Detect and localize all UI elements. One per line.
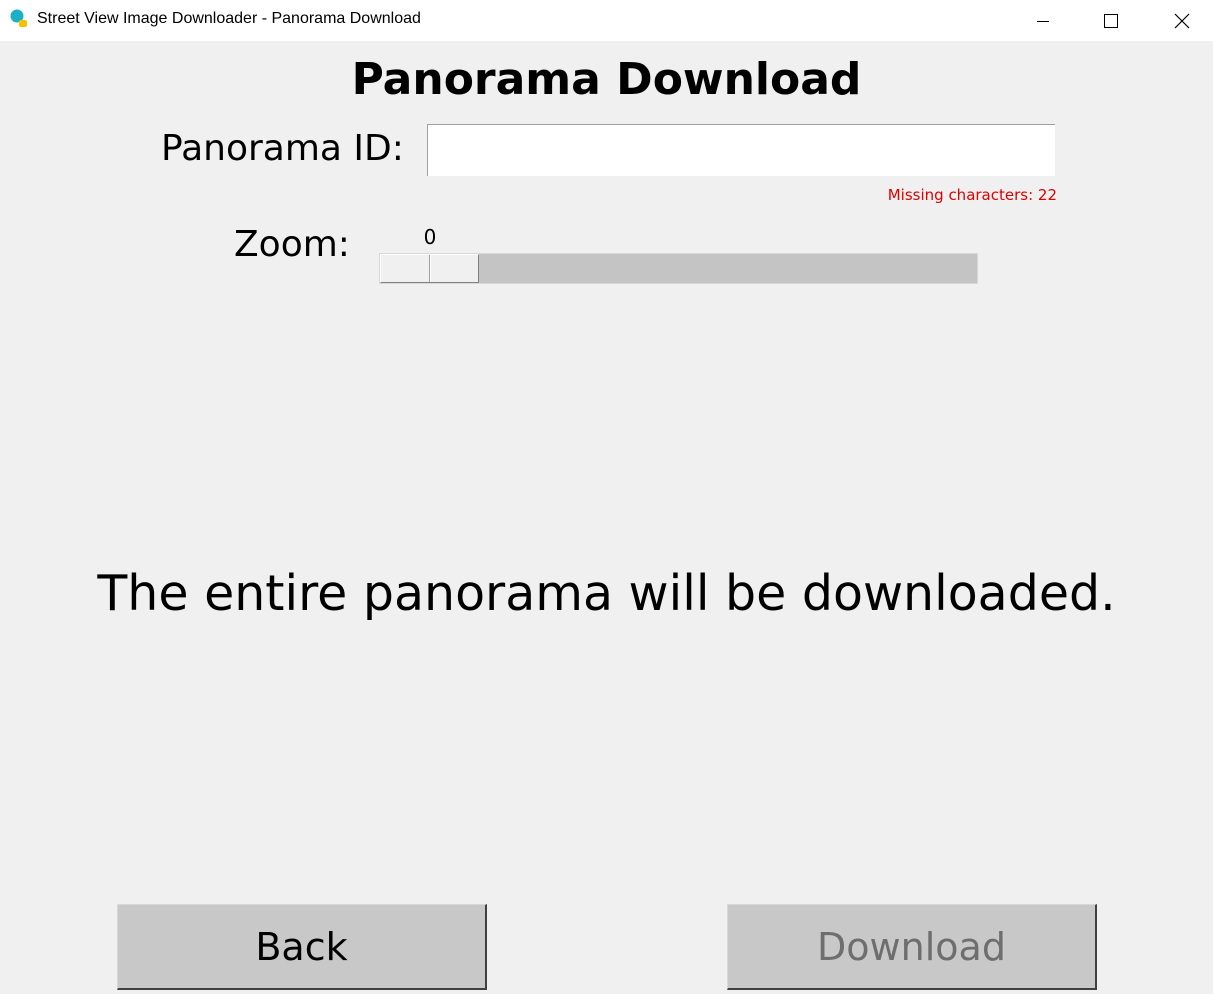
slider-thumb-groove	[429, 255, 431, 282]
zoom-slider-thumb[interactable]	[380, 254, 479, 283]
zoom-value: 0	[423, 225, 437, 249]
close-button[interactable]	[1147, 0, 1213, 41]
app-window: Street View Image Downloader - Panorama …	[0, 0, 1213, 994]
zoom-label: Zoom:	[234, 224, 350, 265]
maximize-icon	[1104, 13, 1118, 28]
panorama-id-label: Panorama ID:	[161, 128, 404, 169]
download-button[interactable]: Download	[727, 904, 1097, 990]
page-title: Panorama Download	[351, 54, 862, 105]
back-button[interactable]: Back	[117, 904, 487, 990]
minimize-button[interactable]	[1008, 0, 1078, 41]
close-icon	[1174, 13, 1190, 28]
title-bar[interactable]: Street View Image Downloader - Panorama …	[0, 0, 1213, 41]
missing-characters-warning: Missing characters: 22	[887, 186, 1057, 204]
minimize-icon	[1037, 20, 1049, 22]
maximize-button[interactable]	[1076, 0, 1146, 41]
panorama-id-input[interactable]	[427, 124, 1055, 176]
download-info-text: The entire panorama will be downloaded.	[97, 565, 1116, 622]
window-title: Street View Image Downloader - Panorama …	[37, 10, 421, 27]
app-icon	[10, 9, 27, 27]
